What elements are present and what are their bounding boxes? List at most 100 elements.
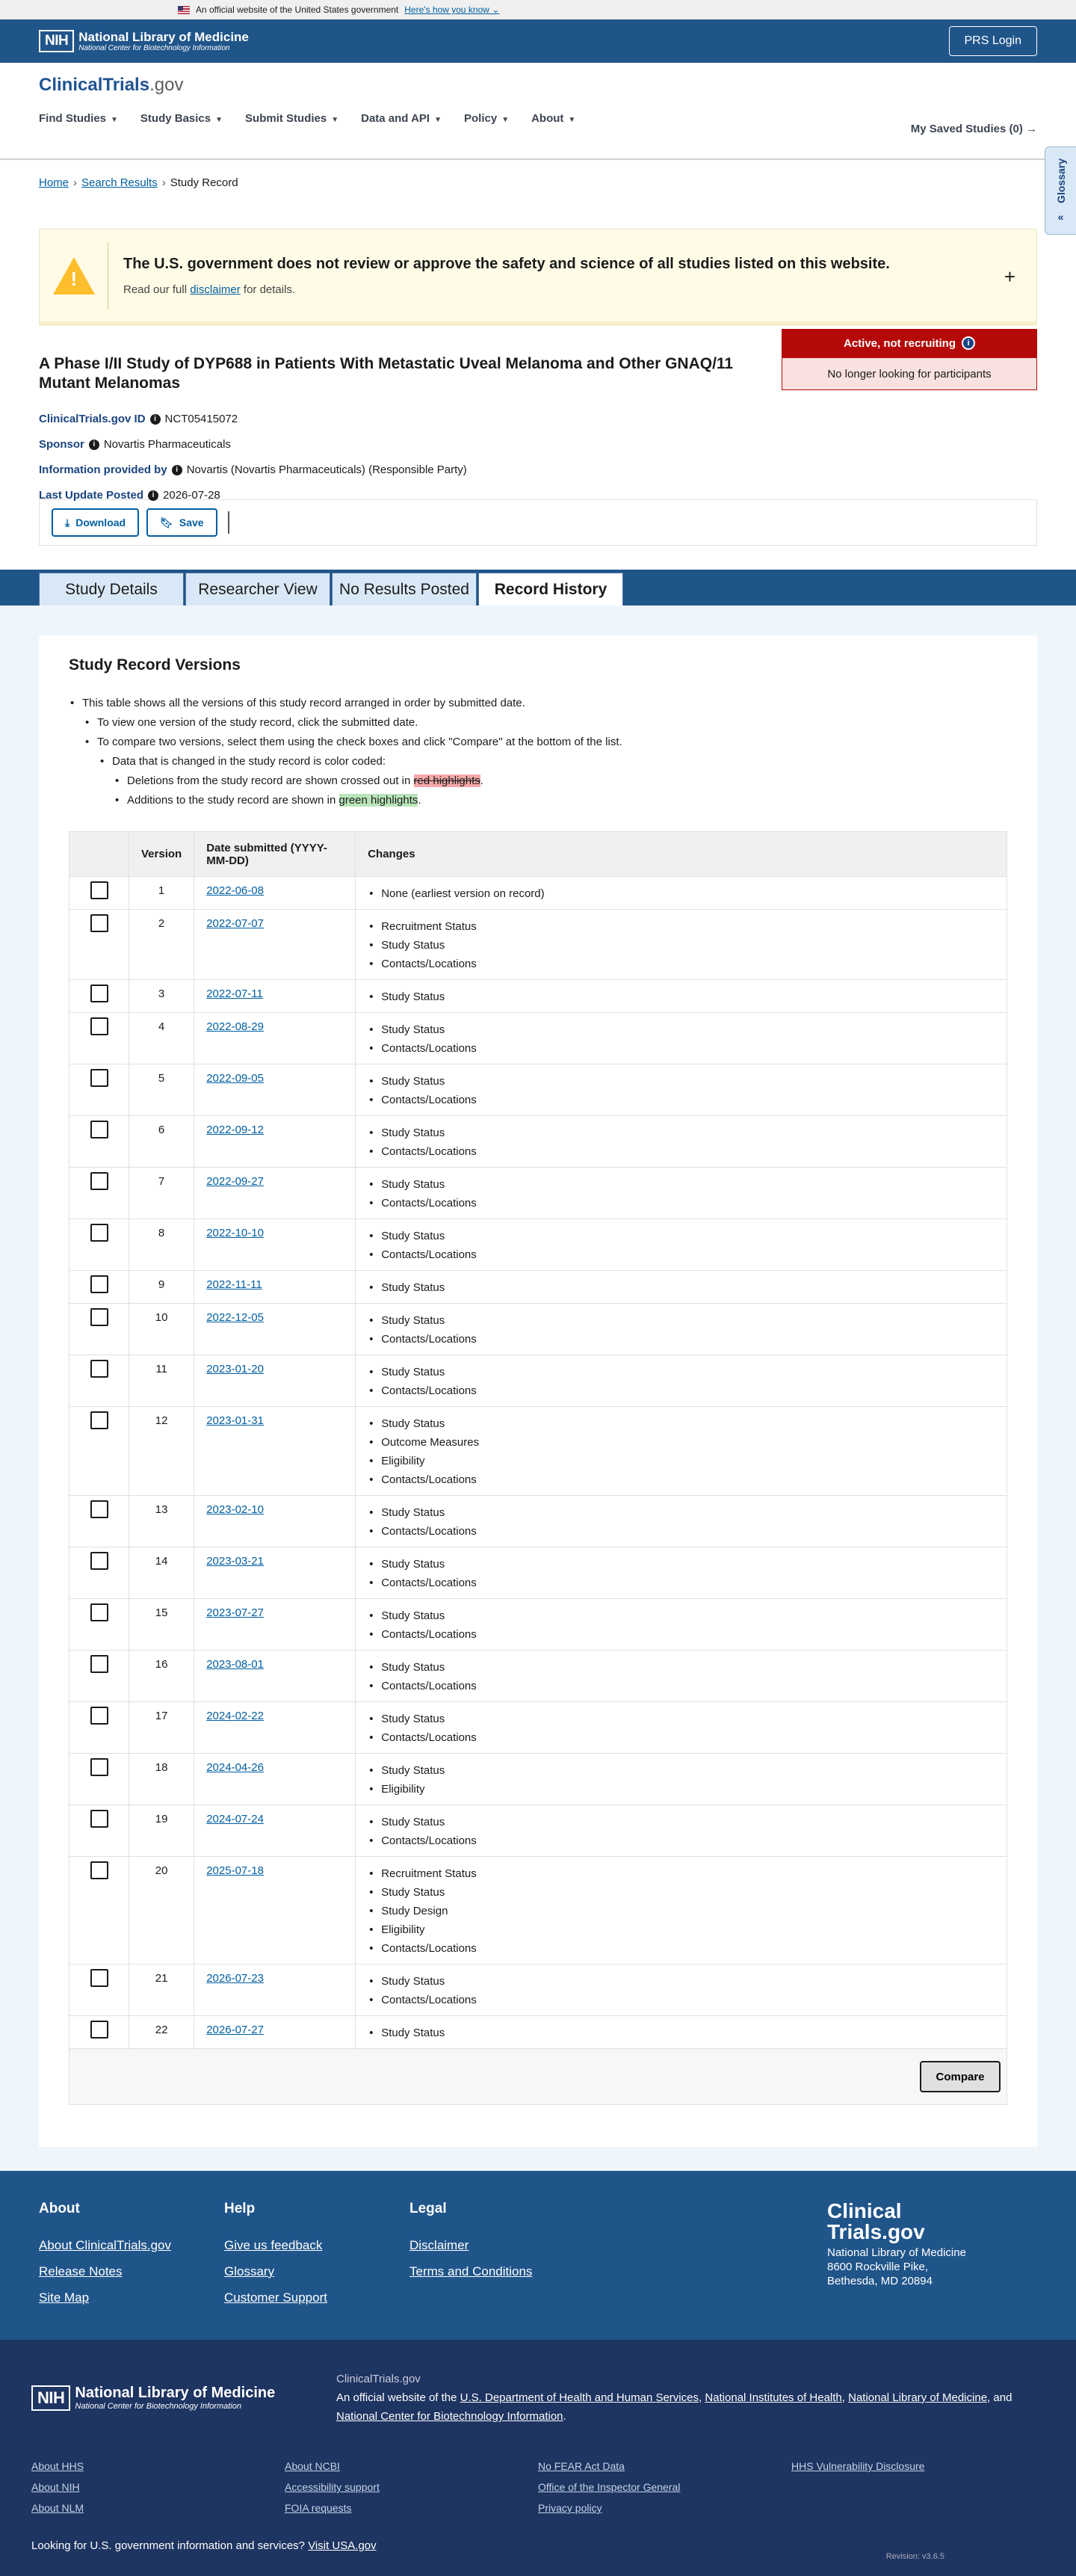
nlm-logo[interactable]: NIH National Library of Medicine National… bbox=[39, 30, 249, 52]
nav-policy[interactable]: Policy ▼ bbox=[464, 112, 509, 125]
info-icon[interactable]: i bbox=[148, 490, 159, 501]
footer-link[interactable]: Disclaimer bbox=[409, 2238, 595, 2253]
date-cell: 2025-07-18 bbox=[194, 1856, 356, 1965]
version-date-link[interactable]: 2026-07-23 bbox=[206, 1972, 264, 1985]
version-date-link[interactable]: 2023-01-20 bbox=[206, 1363, 264, 1375]
footer-gov-link[interactable]: About HHS bbox=[31, 2460, 285, 2472]
version-date-link[interactable]: 2022-11-11 bbox=[206, 1278, 262, 1291]
expand-plus-icon[interactable]: + bbox=[1004, 265, 1015, 289]
version-date-link[interactable]: 2022-07-07 bbox=[206, 917, 264, 930]
breadcrumb-search-results[interactable]: Search Results bbox=[81, 176, 158, 189]
nav-find-studies[interactable]: Find Studies ▼ bbox=[39, 112, 118, 125]
version-checkbox[interactable] bbox=[90, 914, 108, 932]
nlm-link[interactable]: National Library of Medicine bbox=[848, 2391, 987, 2404]
version-number: 10 bbox=[128, 1303, 195, 1355]
compare-button[interactable]: Compare bbox=[920, 2061, 1001, 2092]
ncbi-link[interactable]: National Center for Biotechnology Inform… bbox=[336, 2410, 563, 2423]
version-date-link[interactable]: 2026-07-27 bbox=[206, 2024, 264, 2036]
version-checkbox[interactable] bbox=[90, 1069, 108, 1087]
version-checkbox[interactable] bbox=[90, 1810, 108, 1828]
version-checkbox[interactable] bbox=[90, 1707, 108, 1725]
footer-link[interactable]: Glossary bbox=[224, 2264, 409, 2279]
footer-gov-link[interactable]: About NIH bbox=[31, 2481, 285, 2493]
nav-submit-studies[interactable]: Submit Studies ▼ bbox=[245, 112, 338, 125]
info-icon[interactable]: i bbox=[171, 464, 182, 475]
ct-brand-logo[interactable]: ClinicalTrials.gov bbox=[39, 75, 1037, 96]
breadcrumb-home[interactable]: Home bbox=[39, 176, 69, 189]
version-date-link[interactable]: 2024-04-26 bbox=[206, 1761, 264, 1774]
version-date-link[interactable]: 2023-02-10 bbox=[206, 1503, 264, 1516]
version-date-link[interactable]: 2022-12-05 bbox=[206, 1311, 264, 1324]
tab-study-details[interactable]: Study Details bbox=[39, 573, 184, 606]
footer-logo[interactable]: Clinical Trials.gov bbox=[827, 2201, 977, 2243]
footer-link[interactable]: Release Notes bbox=[39, 2264, 224, 2279]
version-checkbox[interactable] bbox=[90, 1172, 108, 1190]
version-date-link[interactable]: 2023-01-31 bbox=[206, 1414, 264, 1427]
version-checkbox[interactable] bbox=[90, 1969, 108, 1987]
version-date-link[interactable]: 2022-10-10 bbox=[206, 1227, 264, 1239]
version-checkbox[interactable] bbox=[90, 1758, 108, 1776]
version-checkbox[interactable] bbox=[90, 985, 108, 1002]
version-date-link[interactable]: 2025-07-18 bbox=[206, 1864, 264, 1877]
how-you-know-link[interactable]: Here's how you know ⌄ bbox=[404, 4, 499, 15]
nav-about[interactable]: About ▼ bbox=[531, 112, 575, 125]
footer-nlm-logo[interactable]: NIH National Library of Medicine National… bbox=[31, 2370, 306, 2426]
version-date-link[interactable]: 2022-09-27 bbox=[206, 1175, 264, 1188]
footer-gov-link[interactable]: Privacy policy bbox=[538, 2502, 791, 2514]
info-icon[interactable]: i bbox=[149, 413, 161, 425]
version-date-link[interactable]: 2022-08-29 bbox=[206, 1020, 264, 1033]
table-row: 11 2023-01-20 Study StatusContacts/Locat… bbox=[69, 1355, 1007, 1407]
footer-link[interactable]: About ClinicalTrials.gov bbox=[39, 2238, 224, 2253]
usa-gov-link[interactable]: Visit USA.gov bbox=[308, 2539, 376, 2552]
version-checkbox[interactable] bbox=[90, 1360, 108, 1378]
version-checkbox[interactable] bbox=[90, 1411, 108, 1429]
tab-no-results-posted[interactable]: No Results Posted bbox=[332, 573, 477, 606]
version-date-link[interactable]: 2023-08-01 bbox=[206, 1658, 264, 1671]
tab-record-history[interactable]: Record History bbox=[478, 573, 623, 606]
prs-login-button[interactable]: PRS Login bbox=[948, 26, 1037, 56]
version-checkbox[interactable] bbox=[90, 1655, 108, 1673]
version-checkbox[interactable] bbox=[90, 1017, 108, 1035]
version-checkbox[interactable] bbox=[90, 1603, 108, 1621]
tab-researcher-view[interactable]: Researcher View bbox=[185, 573, 330, 606]
version-checkbox[interactable] bbox=[90, 881, 108, 899]
version-date-link[interactable]: 2022-06-08 bbox=[206, 884, 264, 897]
footer-link[interactable]: Site Map bbox=[39, 2290, 224, 2305]
footer-gov-link[interactable]: About NLM bbox=[31, 2502, 285, 2514]
nih-link[interactable]: National Institutes of Health bbox=[705, 2391, 841, 2404]
version-date-link[interactable]: 2024-07-24 bbox=[206, 1813, 264, 1825]
footer-link[interactable]: Give us feedback bbox=[224, 2238, 409, 2253]
footer-link[interactable]: Customer Support bbox=[224, 2290, 409, 2305]
footer-gov-link[interactable]: No FEAR Act Data bbox=[538, 2460, 791, 2472]
footer-gov-link[interactable]: About NCBI bbox=[285, 2460, 538, 2472]
footer-link[interactable]: Terms and Conditions bbox=[409, 2264, 595, 2279]
version-checkbox[interactable] bbox=[90, 1500, 108, 1518]
version-checkbox[interactable] bbox=[90, 1861, 108, 1879]
version-checkbox[interactable] bbox=[90, 2021, 108, 2039]
info-icon[interactable]: i bbox=[962, 336, 976, 350]
version-checkbox[interactable] bbox=[90, 1552, 108, 1570]
version-checkbox[interactable] bbox=[90, 1224, 108, 1242]
nav-data-api[interactable]: Data and API ▼ bbox=[361, 112, 442, 125]
footer-gov-link[interactable]: Accessibility support bbox=[285, 2481, 538, 2493]
version-date-link[interactable]: 2022-07-11 bbox=[206, 987, 263, 1000]
version-checkbox[interactable] bbox=[90, 1275, 108, 1293]
hhs-link[interactable]: U.S. Department of Health and Human Serv… bbox=[460, 2391, 699, 2404]
footer-gov-link[interactable]: HHS Vulnerability Disclosure bbox=[791, 2460, 1045, 2472]
version-date-link[interactable]: 2022-09-05 bbox=[206, 1072, 264, 1085]
version-date-link[interactable]: 2023-03-21 bbox=[206, 1555, 264, 1568]
footer-gov-link[interactable]: FOIA requests bbox=[285, 2502, 538, 2514]
glossary-tab[interactable]: Glossary « bbox=[1045, 147, 1076, 235]
nav-study-basics[interactable]: Study Basics ▼ bbox=[140, 112, 223, 125]
footer-gov-link[interactable]: Office of the Inspector General bbox=[538, 2481, 791, 2493]
version-checkbox[interactable] bbox=[90, 1121, 108, 1138]
my-saved-studies-link[interactable]: My Saved Studies (0) → bbox=[911, 123, 1037, 135]
version-date-link[interactable]: 2024-02-22 bbox=[206, 1710, 264, 1722]
info-icon[interactable]: i bbox=[88, 439, 99, 450]
version-date-link[interactable]: 2022-09-12 bbox=[206, 1124, 264, 1136]
save-button[interactable]: 🔖︎ Save bbox=[146, 508, 217, 537]
download-button[interactable]: ⤓ Download bbox=[52, 508, 140, 537]
disclaimer-link[interactable]: disclaimer bbox=[190, 283, 241, 296]
version-checkbox[interactable] bbox=[90, 1308, 108, 1326]
version-date-link[interactable]: 2023-07-27 bbox=[206, 1606, 264, 1619]
